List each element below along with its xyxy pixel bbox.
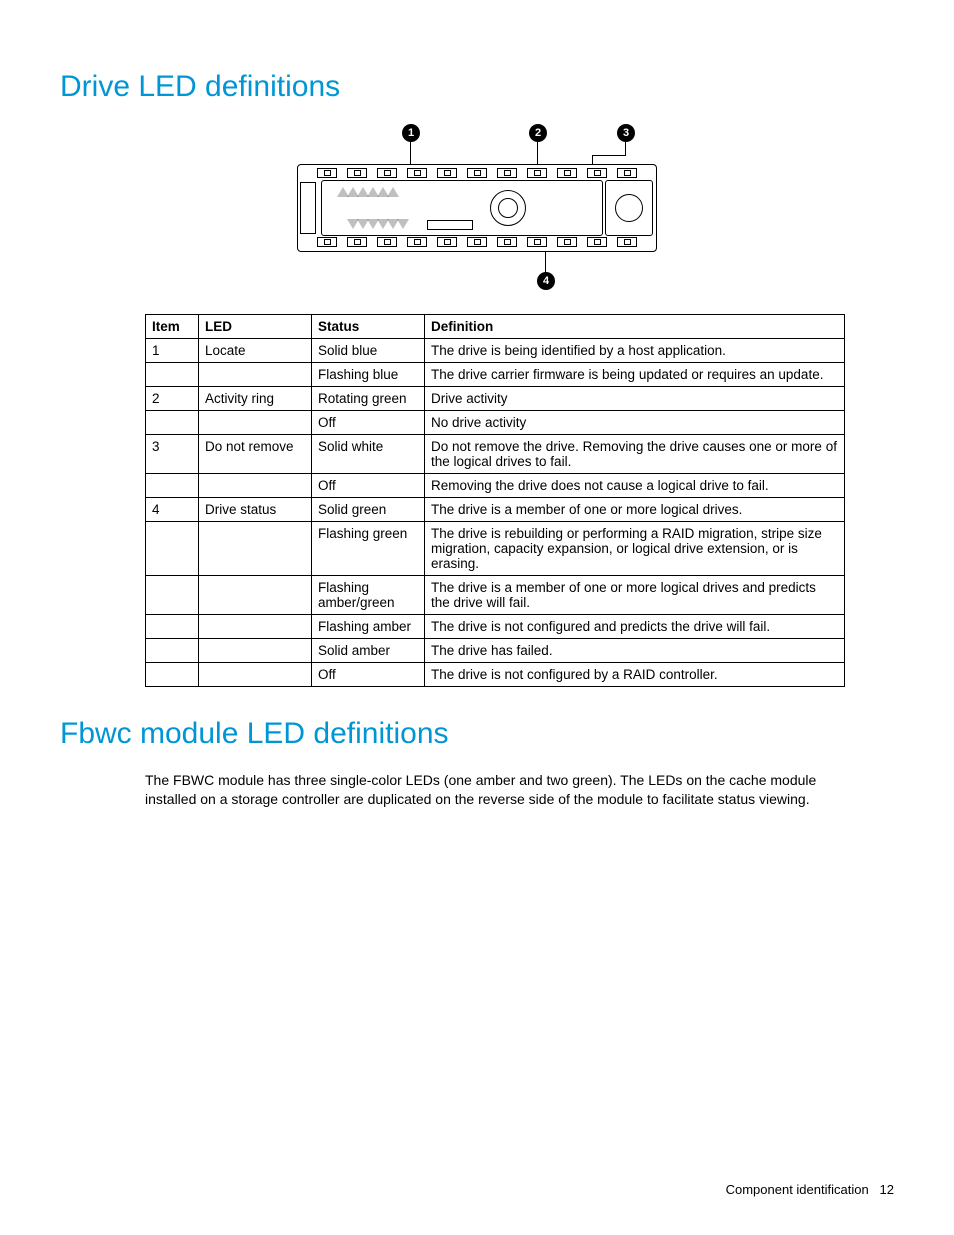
table-cell: Off <box>312 474 425 498</box>
table-cell <box>146 363 199 387</box>
table-cell: Off <box>312 663 425 687</box>
th-definition: Definition <box>425 315 845 339</box>
table-cell: Locate <box>199 339 312 363</box>
table-row: Flashing greenThe drive is rebuilding or… <box>146 522 845 576</box>
table-cell <box>146 522 199 576</box>
table-row: Solid amberThe drive has failed. <box>146 639 845 663</box>
table-row: 3Do not removeSolid whiteDo not remove t… <box>146 435 845 474</box>
table-cell: The drive is rebuilding or performing a … <box>425 522 845 576</box>
table-cell <box>199 474 312 498</box>
table-row: 2Activity ringRotating greenDrive activi… <box>146 387 845 411</box>
table-cell: 2 <box>146 387 199 411</box>
table-cell: The drive is being identified by a host … <box>425 339 845 363</box>
table-header-row: Item LED Status Definition <box>146 315 845 339</box>
table-cell: Activity ring <box>199 387 312 411</box>
table-row: Flashing blueThe drive carrier firmware … <box>146 363 845 387</box>
table-cell <box>146 615 199 639</box>
table-row: Flashing amberThe drive is not configure… <box>146 615 845 639</box>
table-cell: Solid amber <box>312 639 425 663</box>
footer-section: Component identification <box>726 1182 869 1197</box>
table-cell: Flashing amber/green <box>312 576 425 615</box>
table-cell: Off <box>312 411 425 435</box>
section-heading-fbwc: Fbwc module LED definitions <box>60 717 894 751</box>
table-cell <box>199 615 312 639</box>
table-cell: The drive is not configured by a RAID co… <box>425 663 845 687</box>
table-cell <box>199 639 312 663</box>
table-cell: The drive is a member of one or more log… <box>425 576 845 615</box>
table-cell: Solid green <box>312 498 425 522</box>
activity-ring-icon <box>490 190 526 226</box>
table-cell: No drive activity <box>425 411 845 435</box>
footer-page: 12 <box>880 1182 894 1197</box>
table-cell: 1 <box>146 339 199 363</box>
table-row: 1LocateSolid blueThe drive is being iden… <box>146 339 845 363</box>
table-cell: Solid blue <box>312 339 425 363</box>
table-cell <box>199 663 312 687</box>
table-cell <box>146 411 199 435</box>
table-cell: Solid white <box>312 435 425 474</box>
table-cell: Do not remove <box>199 435 312 474</box>
page-footer: Component identification 12 <box>726 1182 894 1197</box>
callout-1: 1 <box>402 124 420 142</box>
table-cell: The drive carrier firmware is being upda… <box>425 363 845 387</box>
table-row: Flashing amber/greenThe drive is a membe… <box>146 576 845 615</box>
th-item: Item <box>146 315 199 339</box>
table-cell <box>199 363 312 387</box>
drive-led-table: Item LED Status Definition 1LocateSolid … <box>145 314 845 687</box>
table-row: 4Drive statusSolid greenThe drive is a m… <box>146 498 845 522</box>
th-status: Status <box>312 315 425 339</box>
table-row: OffThe drive is not configured by a RAID… <box>146 663 845 687</box>
table-cell: Removing the drive does not cause a logi… <box>425 474 845 498</box>
table-cell: Flashing amber <box>312 615 425 639</box>
table-cell: 4 <box>146 498 199 522</box>
table-cell: Flashing green <box>312 522 425 576</box>
table-row: OffNo drive activity <box>146 411 845 435</box>
table-cell: The drive is a member of one or more log… <box>425 498 845 522</box>
table-cell <box>146 663 199 687</box>
table-cell: Do not remove the drive. Removing the dr… <box>425 435 845 474</box>
table-cell: The drive is not configured and predicts… <box>425 615 845 639</box>
table-cell: The drive has failed. <box>425 639 845 663</box>
callout-4: 4 <box>537 272 555 290</box>
callout-2: 2 <box>529 124 547 142</box>
th-led: LED <box>199 315 312 339</box>
table-cell: Flashing blue <box>312 363 425 387</box>
table-cell <box>199 522 312 576</box>
fbwc-paragraph: The FBWC module has three single-color L… <box>145 771 845 809</box>
table-cell: 3 <box>146 435 199 474</box>
table-cell <box>146 576 199 615</box>
table-cell <box>146 639 199 663</box>
do-not-remove-icon <box>615 194 643 222</box>
table-cell: Drive status <box>199 498 312 522</box>
table-cell <box>199 411 312 435</box>
table-cell <box>199 576 312 615</box>
table-cell: Rotating green <box>312 387 425 411</box>
drive-led-diagram: 1 2 3 4 <box>60 124 894 294</box>
section-heading-drive-led: Drive LED definitions <box>60 70 894 104</box>
table-cell <box>146 474 199 498</box>
table-cell: Drive activity <box>425 387 845 411</box>
callout-3: 3 <box>617 124 635 142</box>
table-row: OffRemoving the drive does not cause a l… <box>146 474 845 498</box>
